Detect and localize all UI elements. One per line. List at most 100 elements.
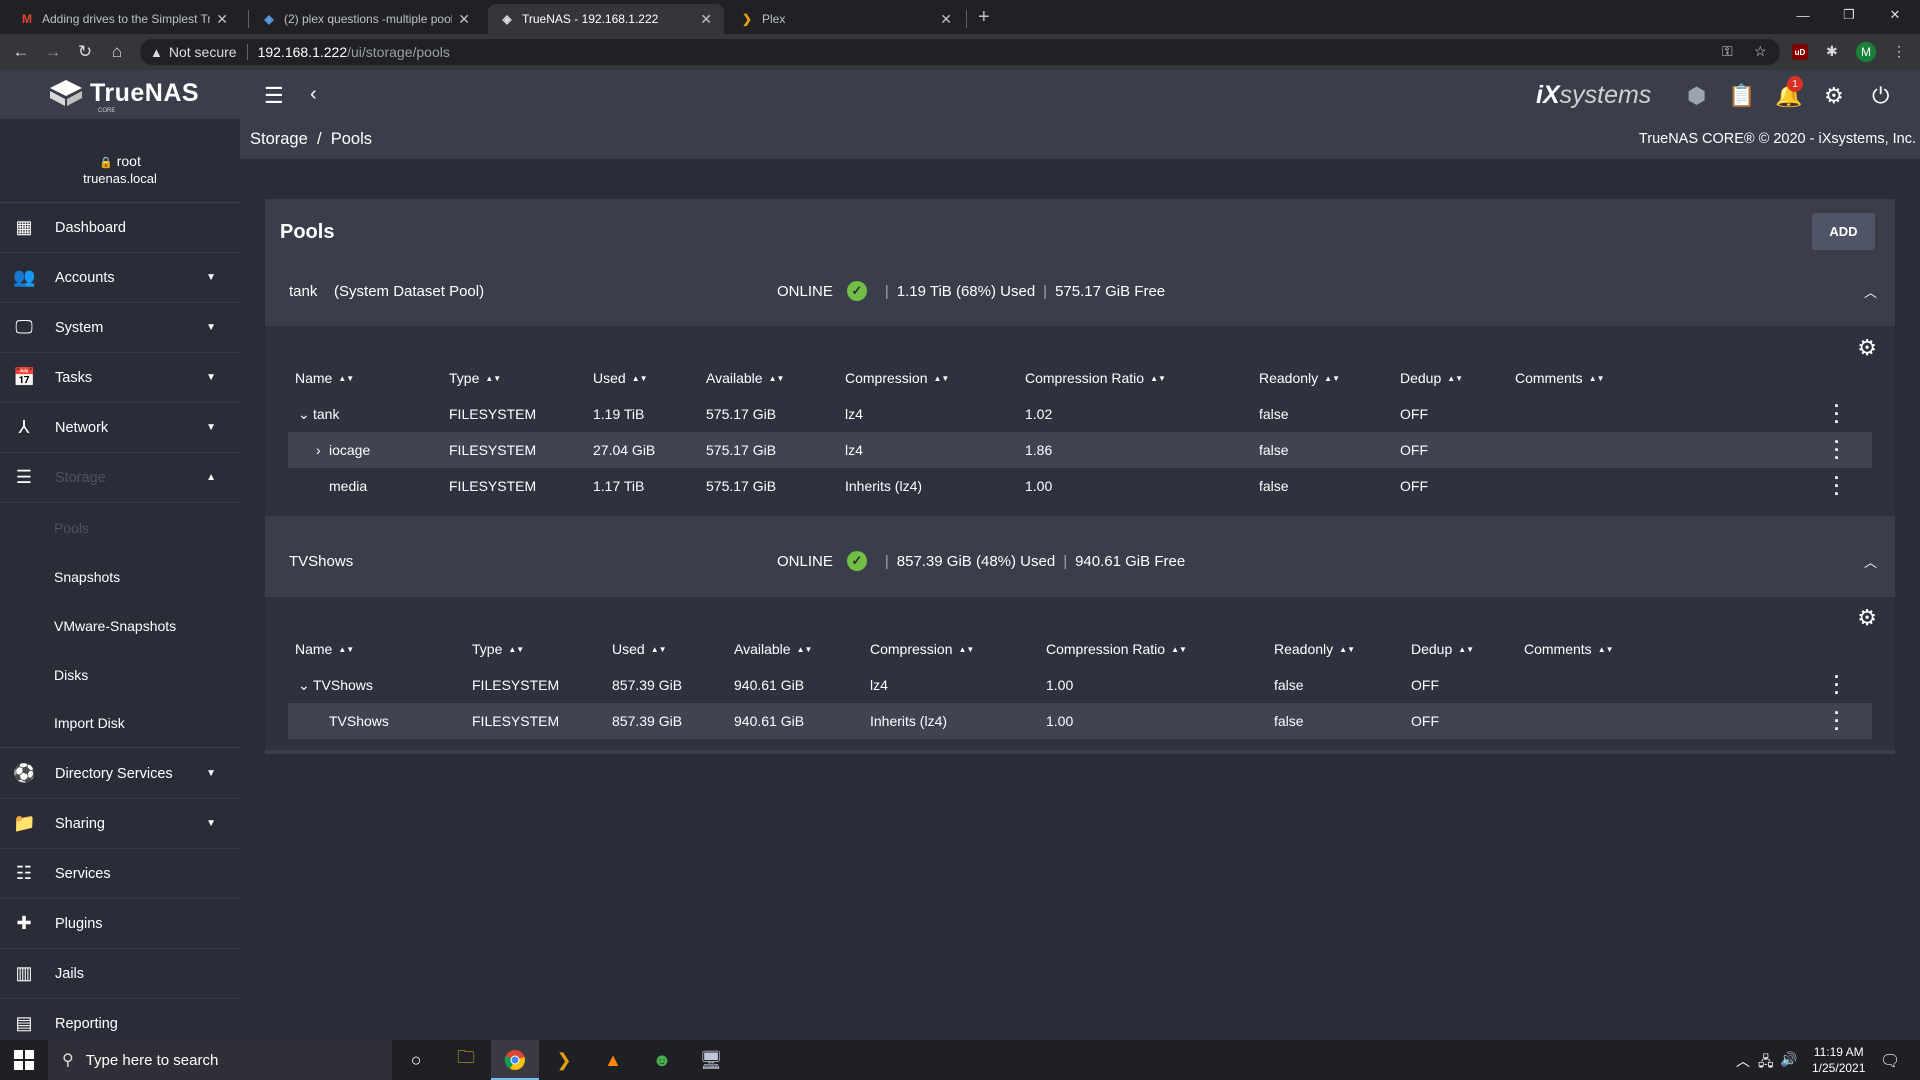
browser-tab-plex[interactable]: ❯ Plex ✕ <box>728 4 964 34</box>
sidebar-item-directory-services[interactable]: ⚽ Directory Services ▼ <box>0 749 240 799</box>
column-header-compression[interactable]: Compression ▲▼ <box>845 370 949 386</box>
column-header-used[interactable]: Used ▲▼ <box>612 641 667 657</box>
sidebar-item-sharing[interactable]: 📁 Sharing ▼ <box>0 799 240 849</box>
sidebar-item-network[interactable]: ⅄ Network ▼ <box>0 403 240 453</box>
windows-start-button[interactable] <box>14 1050 34 1070</box>
new-tab-button[interactable]: + <box>978 6 990 29</box>
ublock-extension-icon[interactable]: uD <box>1792 44 1808 60</box>
restore-button[interactable]: ❐ <box>1826 0 1872 30</box>
close-tab-icon[interactable]: ✕ <box>458 11 470 28</box>
action-center-icon[interactable]: 🗨 <box>1880 1051 1900 1071</box>
file-explorer-icon[interactable]: 🗀 <box>454 1047 478 1072</box>
column-header-type[interactable]: Type ▲▼ <box>472 641 524 657</box>
sidebar-item-services[interactable]: ☷ Services <box>0 849 240 899</box>
taskbar-clock[interactable]: 11:19 AM 1/25/2021 <box>1812 1044 1865 1076</box>
extensions-icon[interactable]: ✱ <box>1826 43 1838 60</box>
browser-tab-truenas[interactable]: ◈ TrueNAS - 192.168.1.222 ✕ <box>488 4 724 34</box>
expand-toggle-icon[interactable]: ⌄ <box>298 677 310 694</box>
settings-gear-icon[interactable]: ⚙ <box>1824 83 1844 109</box>
truenas-logo[interactable]: TrueNAS CORE <box>48 78 199 114</box>
forward-icon[interactable]: → <box>42 42 64 62</box>
bookmark-star-icon[interactable]: ☆ <box>1754 43 1767 60</box>
sidebar-subitem-vmware-snapshots[interactable]: VMware-Snapshots <box>0 601 240 650</box>
sidebar-item-accounts[interactable]: 👥 Accounts ▼ <box>0 253 240 303</box>
pool-header-tank[interactable]: tank (System Dataset Pool) ONLINE ✓ | 1.… <box>265 261 1895 321</box>
column-header-readonly[interactable]: Readonly ▲▼ <box>1274 641 1355 657</box>
column-header-dedup[interactable]: Dedup ▲▼ <box>1411 641 1474 657</box>
column-header-name[interactable]: Name ▲▼ <box>295 641 354 657</box>
back-icon[interactable]: ← <box>10 42 32 62</box>
table-row[interactable]: TVShows FILESYSTEM 857.39 GiB 940.61 GiB… <box>288 703 1872 739</box>
sidebar-item-storage[interactable]: ☰ Storage ▲ <box>0 453 240 503</box>
reload-icon[interactable]: ↻ <box>74 42 96 62</box>
close-window-button[interactable]: ✕ <box>1872 0 1918 30</box>
column-header-available[interactable]: Available ▲▼ <box>706 370 784 386</box>
column-header-dedup[interactable]: Dedup ▲▼ <box>1400 370 1463 386</box>
chevron-up-icon[interactable]: ︿ <box>1864 282 1877 301</box>
taskbar-search-box[interactable]: ⚲ Type here to search <box>48 1040 392 1080</box>
table-row[interactable]: ⌄ tank FILESYSTEM 1.19 TiB 575.17 GiB lz… <box>288 396 1872 432</box>
sidebar-subitem-pools[interactable]: Pools <box>0 503 240 552</box>
plex-taskbar-icon[interactable]: ❯ <box>552 1048 576 1072</box>
add-pool-button[interactable]: ADD <box>1812 213 1875 250</box>
tray-overflow-icon[interactable]: ︿ <box>1736 1051 1750 1071</box>
volume-icon[interactable]: 🔊 <box>1780 1051 1797 1068</box>
chrome-icon[interactable] <box>503 1048 527 1072</box>
expand-toggle-icon[interactable]: › <box>316 442 321 458</box>
vlc-icon[interactable]: ▲ <box>601 1048 625 1072</box>
sidebar-item-system[interactable]: 🖵 System ▼ <box>0 303 240 353</box>
table-row[interactable]: ⌄ TVShows FILESYSTEM 857.39 GiB 940.61 G… <box>288 667 1872 703</box>
ixsystems-logo[interactable]: iXsystems <box>1536 81 1651 110</box>
close-tab-icon[interactable]: ✕ <box>700 11 712 28</box>
browser-tab-forum[interactable]: ◈ (2) plex questions -multiple pool ✕ <box>250 4 482 34</box>
column-header-comments[interactable]: Comments ▲▼ <box>1515 370 1605 386</box>
more-vert-icon[interactable]: · · · <box>1834 433 1840 467</box>
task-manager-icon[interactable]: 📋 <box>1728 83 1755 109</box>
chevron-up-icon[interactable]: ︿ <box>1864 552 1877 571</box>
minimize-button[interactable]: — <box>1780 0 1826 30</box>
power-icon[interactable]: ⏻ <box>1872 83 1889 109</box>
table-row[interactable]: › iocage FILESYSTEM 27.04 GiB 575.17 GiB… <box>288 432 1872 468</box>
column-header-compression-ratio[interactable]: Compression Ratio ▲▼ <box>1025 370 1166 386</box>
column-header-type[interactable]: Type ▲▼ <box>449 370 501 386</box>
table-row[interactable]: media FILESYSTEM 1.17 TiB 575.17 GiB Inh… <box>288 468 1872 504</box>
more-vert-icon[interactable]: · · · <box>1834 704 1840 738</box>
remote-desktop-icon[interactable]: 🖥 <box>699 1048 723 1072</box>
pool-header-tvshows[interactable]: TVShows ONLINE ✓ | 857.39 GiB (48%) Used… <box>265 531 1895 591</box>
sidebar-item-reporting[interactable]: ▤ Reporting <box>0 999 240 1040</box>
breadcrumb-storage[interactable]: Storage <box>250 130 308 148</box>
sidebar-item-jails[interactable]: ▥ Jails <box>0 949 240 999</box>
truecommand-icon[interactable]: ⬢ <box>1687 83 1706 109</box>
column-header-compression-ratio[interactable]: Compression Ratio ▲▼ <box>1046 641 1187 657</box>
network-tray-icon[interactable]: 🖧 <box>1758 1051 1774 1075</box>
app-green-icon[interactable]: ☻ <box>650 1048 674 1072</box>
column-header-comments[interactable]: Comments ▲▼ <box>1524 641 1614 657</box>
collapse-sidebar-icon[interactable]: ‹ <box>310 83 317 106</box>
more-vert-icon[interactable]: · · · <box>1834 397 1840 431</box>
browser-menu-icon[interactable]: ⋮ <box>1892 43 1906 60</box>
menu-toggle-icon[interactable]: ☰ <box>264 83 284 109</box>
sidebar-subitem-import-disk[interactable]: Import Disk <box>0 699 240 748</box>
column-header-available[interactable]: Available ▲▼ <box>734 641 812 657</box>
table-settings-gear-icon[interactable]: ⚙ <box>1857 335 1877 361</box>
column-header-name[interactable]: Name ▲▼ <box>295 370 354 386</box>
column-header-compression[interactable]: Compression ▲▼ <box>870 641 974 657</box>
address-bar[interactable]: ▲ Not secure 192.168.1.222/ui/storage/po… <box>140 39 1780 65</box>
browser-tab-gmail[interactable]: M Adding drives to the Simplest Tru ✕ <box>8 4 240 34</box>
sidebar-item-plugins[interactable]: ✚ Plugins <box>0 899 240 949</box>
close-tab-icon[interactable]: ✕ <box>216 11 228 28</box>
more-vert-icon[interactable]: · · · <box>1834 469 1840 503</box>
key-icon[interactable]: ⚿ <box>1722 43 1733 60</box>
close-tab-icon[interactable]: ✕ <box>940 11 952 28</box>
expand-toggle-icon[interactable]: ⌄ <box>298 406 310 423</box>
sidebar-subitem-disks[interactable]: Disks <box>0 650 240 699</box>
profile-avatar[interactable]: M <box>1856 42 1876 62</box>
sidebar-item-tasks[interactable]: 📅 Tasks ▼ <box>0 353 240 403</box>
home-icon[interactable]: ⌂ <box>106 42 128 62</box>
sidebar-item-dashboard[interactable]: ▦ Dashboard <box>0 203 240 253</box>
column-header-readonly[interactable]: Readonly ▲▼ <box>1259 370 1340 386</box>
more-vert-icon[interactable]: · · · <box>1834 668 1840 702</box>
column-header-used[interactable]: Used ▲▼ <box>593 370 648 386</box>
sidebar-subitem-snapshots[interactable]: Snapshots <box>0 552 240 601</box>
table-settings-gear-icon[interactable]: ⚙ <box>1857 605 1877 631</box>
